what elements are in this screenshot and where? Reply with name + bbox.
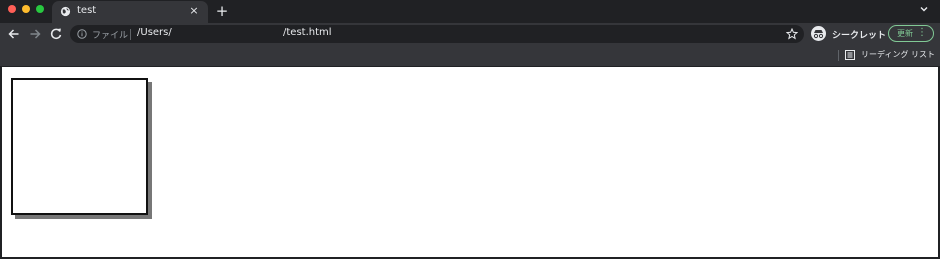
- window-maximize-button[interactable]: [36, 5, 44, 13]
- address-bar[interactable]: ファイル /Users/ /test.html: [70, 25, 804, 43]
- chevron-down-icon[interactable]: [918, 3, 930, 15]
- reload-icon[interactable]: [48, 26, 64, 42]
- page-viewport: [2, 67, 938, 257]
- update-label: 更新: [897, 29, 913, 38]
- reading-list-label: リーディング リスト: [861, 50, 935, 59]
- bookmarks-divider: [838, 50, 839, 61]
- url-text-file: /test.html: [283, 27, 332, 38]
- scheme-label: ファイル: [92, 31, 129, 41]
- reading-list-icon: [845, 50, 855, 60]
- tab-close-icon[interactable]: ×: [187, 4, 201, 18]
- forward-arrow-icon[interactable]: [27, 26, 43, 42]
- omnibox-divider: [130, 29, 131, 40]
- url-text-path: /Users/: [137, 27, 172, 38]
- incognito-icon: [811, 26, 826, 41]
- browser-window: test × + ファイル /Users/ /test.html シークレット …: [0, 0, 940, 259]
- window-minimize-button[interactable]: [22, 5, 30, 13]
- more-menu-icon[interactable]: ⋮: [917, 27, 927, 39]
- bookmarks-bar: リーディング リスト: [0, 45, 940, 66]
- tab-strip: test × +: [0, 0, 940, 23]
- new-tab-button[interactable]: +: [214, 2, 230, 20]
- toolbar: ファイル /Users/ /test.html シークレット 更新 ⋮: [0, 23, 940, 45]
- update-button[interactable]: 更新 ⋮: [888, 25, 934, 42]
- tab-title: test: [77, 5, 97, 16]
- info-icon[interactable]: [77, 29, 87, 39]
- window-close-button[interactable]: [8, 5, 16, 13]
- globe-icon: [60, 6, 71, 17]
- star-icon[interactable]: [786, 28, 798, 40]
- tab-test[interactable]: test ×: [52, 1, 208, 23]
- incognito-label: シークレット: [832, 31, 887, 41]
- back-arrow-icon[interactable]: [6, 26, 22, 42]
- bordered-box: [11, 78, 148, 215]
